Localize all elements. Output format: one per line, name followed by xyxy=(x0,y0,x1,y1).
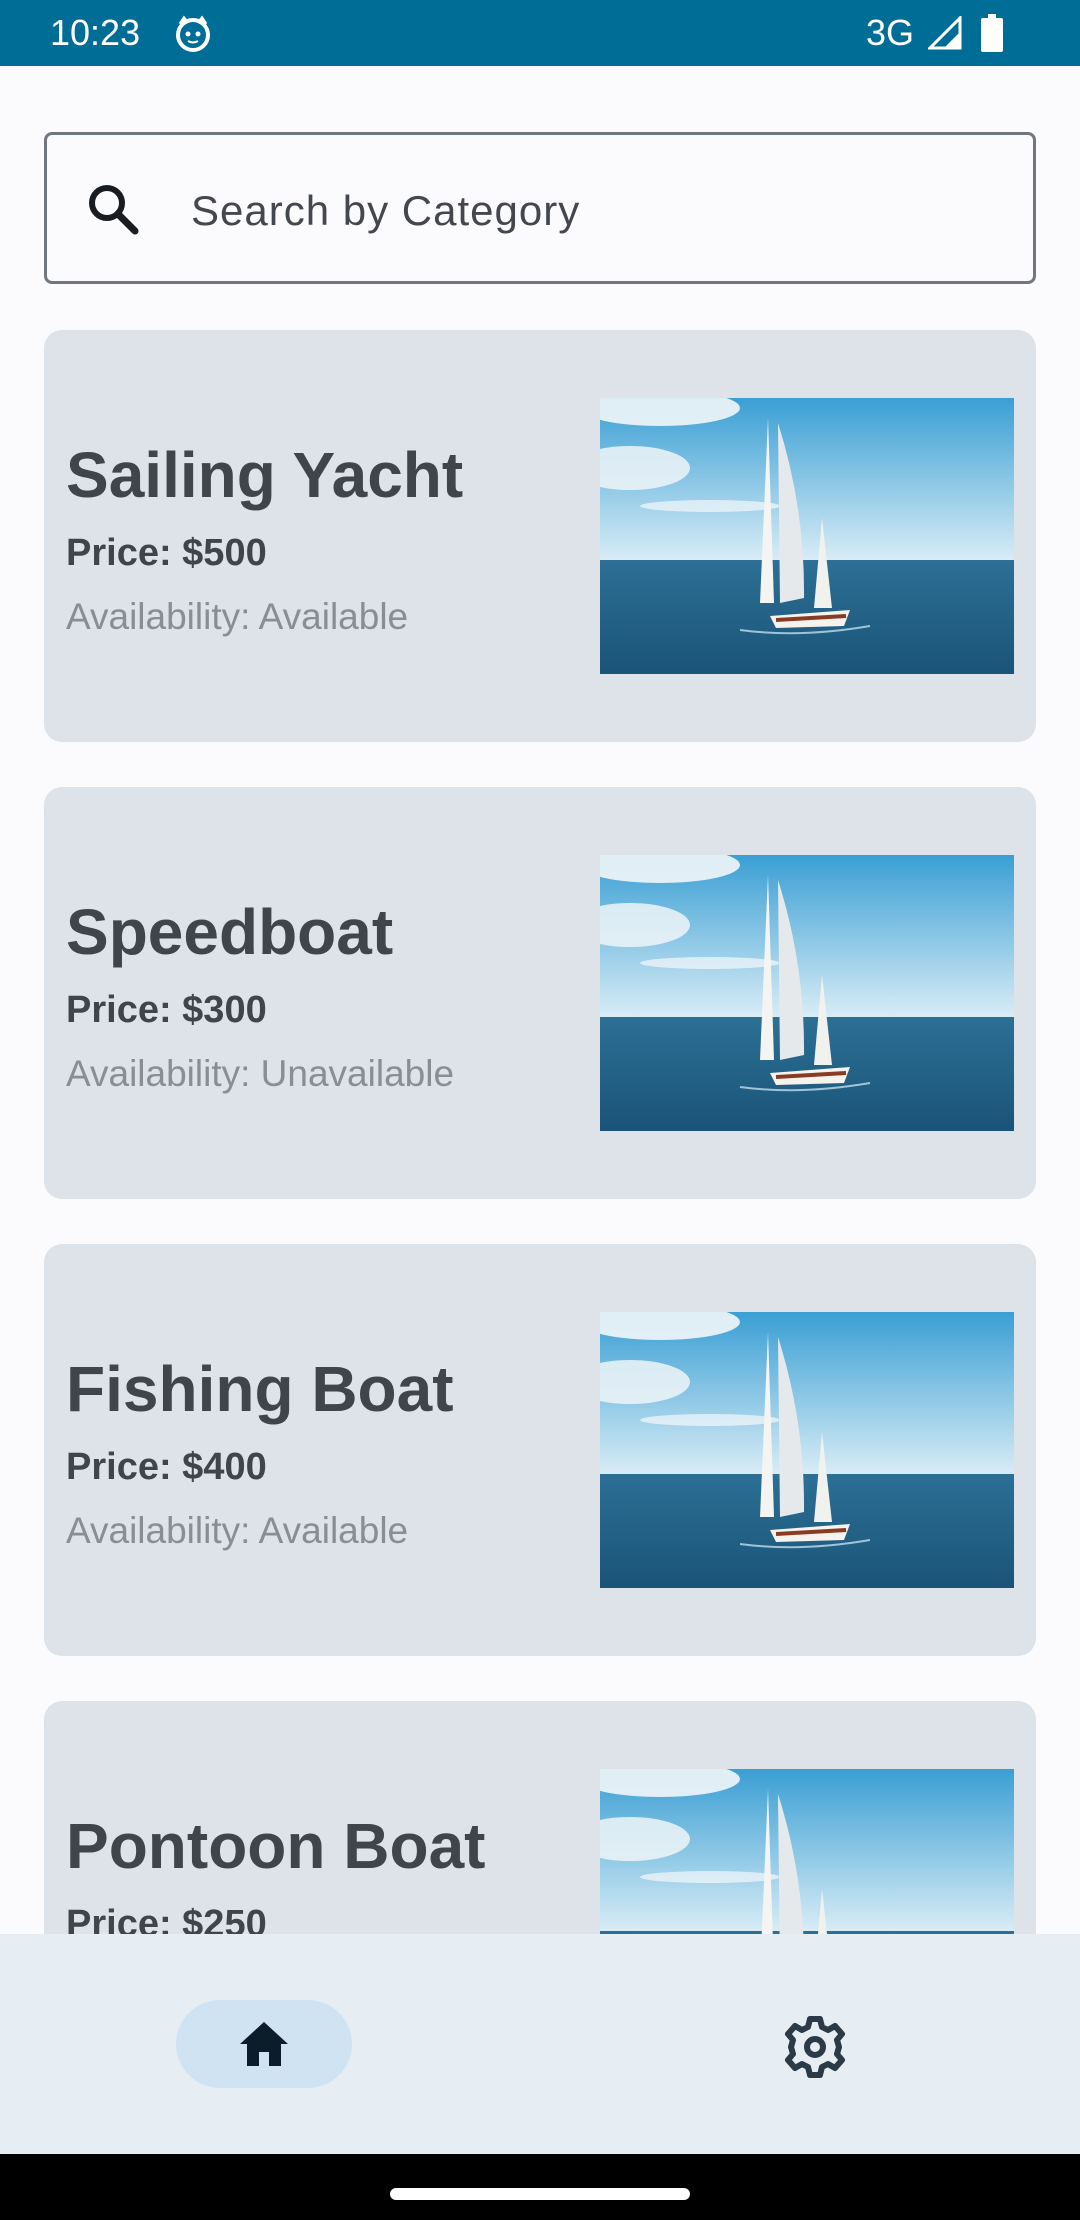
sailboat-image xyxy=(600,398,1014,674)
listing-list[interactable]: Sailing Yacht Price: $500 Availability: … xyxy=(0,330,1080,1934)
battery-icon xyxy=(981,14,1003,52)
listing-title: Pontoon Boat xyxy=(66,1810,486,1882)
listing-price: Price: $400 xyxy=(66,1446,267,1488)
listing-availability: Availability: Unavailable xyxy=(66,1053,455,1094)
status-time: 10:23 xyxy=(50,12,141,53)
cat-face-icon xyxy=(176,15,210,52)
sailboat-image xyxy=(600,1312,1014,1588)
listing-availability: Availability: Available xyxy=(66,596,409,637)
listing-card[interactable]: Sailing Yacht Price: $500 Availability: … xyxy=(44,330,1036,742)
home-icon[interactable] xyxy=(234,2014,294,2074)
listing-price: Price: $500 xyxy=(66,532,267,574)
home-gesture-handle[interactable] xyxy=(390,2188,690,2200)
listing-card[interactable]: Pontoon Boat Price: $250 xyxy=(44,1701,1036,1934)
listing-price: Price: $300 xyxy=(66,989,267,1031)
nav-home-button[interactable] xyxy=(176,2000,352,2088)
listing-title: Speedboat xyxy=(66,896,394,968)
gear-icon[interactable] xyxy=(778,2010,852,2084)
search-field[interactable] xyxy=(44,132,1036,284)
search-input[interactable] xyxy=(189,175,993,247)
sailboat-image xyxy=(600,1769,1014,1934)
search-icon[interactable] xyxy=(83,179,143,239)
listing-title: Sailing Yacht xyxy=(66,439,464,511)
listing-availability: Availability: Available xyxy=(66,1510,409,1551)
listing-card[interactable]: Fishing Boat Price: $400 Availability: A… xyxy=(44,1244,1036,1656)
listing-title: Fishing Boat xyxy=(66,1353,454,1425)
network-type: 3G xyxy=(866,12,915,53)
sailboat-image xyxy=(600,855,1014,1131)
system-navigation-bar xyxy=(0,2154,1080,2220)
listing-card[interactable]: Speedboat Price: $300 Availability: Unav… xyxy=(44,787,1036,1199)
listing-price: Price: $250 xyxy=(66,1903,267,1934)
status-bar: 10:23 3G xyxy=(0,0,1080,66)
signal-icon xyxy=(928,16,962,50)
bottom-navigation xyxy=(0,1934,1080,2154)
